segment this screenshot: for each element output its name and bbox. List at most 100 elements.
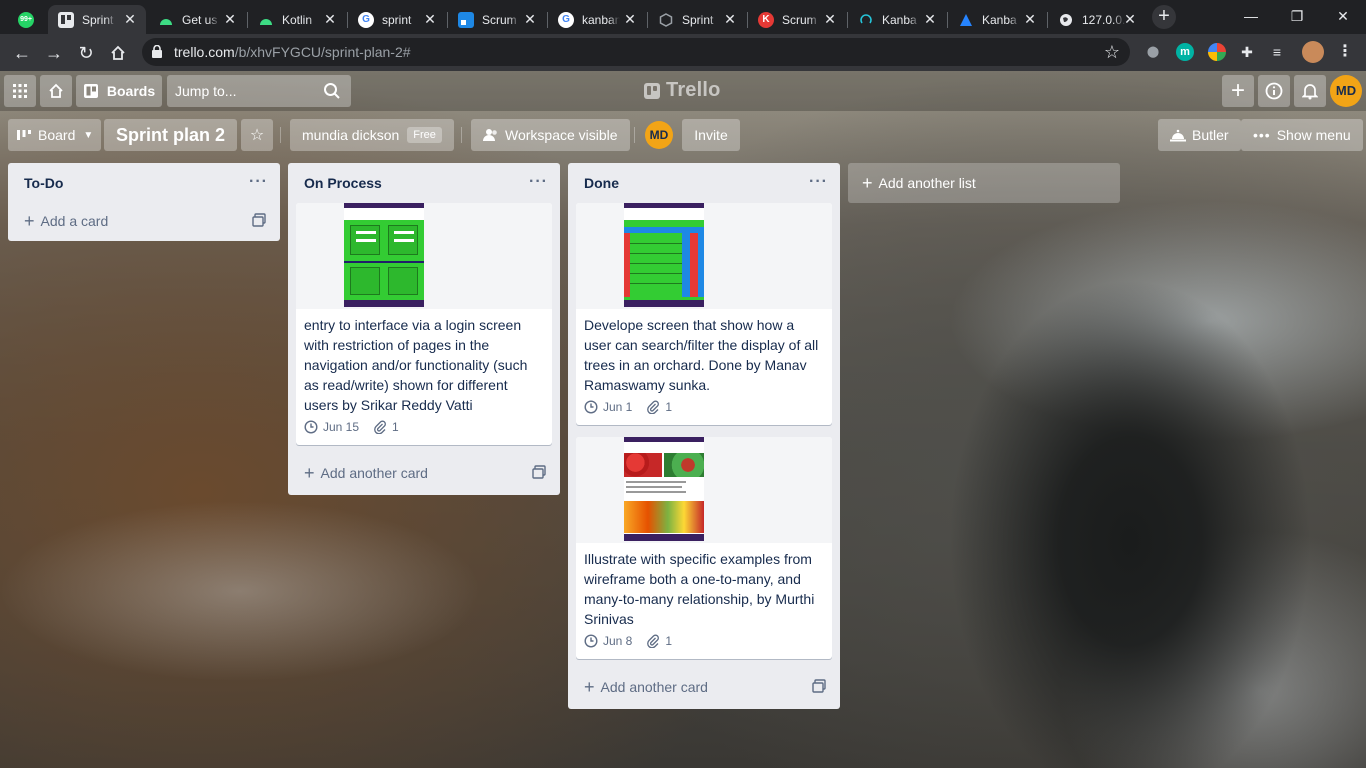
- close-tab-icon[interactable]: ✕: [622, 11, 638, 27]
- tab-whatsapp[interactable]: 99+: [8, 5, 52, 34]
- trello-header: Boards Jump to... Trello + MD: [0, 71, 1366, 111]
- card-title: Illustrate with specific examples from w…: [584, 551, 815, 627]
- workspace-button[interactable]: mundia dickson Free: [290, 119, 454, 151]
- list-header[interactable]: On Process ···: [288, 163, 560, 203]
- tab-scrum[interactable]: Scrum ✕: [448, 5, 546, 34]
- card-template-icon[interactable]: [532, 465, 546, 479]
- jump-to-search[interactable]: Jump to...: [167, 75, 351, 107]
- tab-title: Sprint plan 2: [82, 12, 116, 27]
- close-tab-icon[interactable]: ✕: [1122, 11, 1138, 27]
- close-tab-icon[interactable]: ✕: [522, 11, 538, 27]
- tab-sprint-search[interactable]: G sprint ✕: [348, 5, 446, 34]
- tab-sprint-2[interactable]: Sprint ✕: [648, 5, 746, 34]
- card-template-icon[interactable]: [252, 213, 266, 227]
- tab-localhost[interactable]: 127.0.0.1 ✕: [1048, 5, 1146, 34]
- close-tab-icon[interactable]: ✕: [422, 11, 438, 27]
- android-icon: [258, 12, 274, 28]
- plan-badge: Free: [407, 127, 442, 143]
- boards-button[interactable]: Boards: [76, 75, 162, 107]
- plus-icon: +: [584, 676, 595, 697]
- google-icon: G: [358, 11, 374, 28]
- notifications-button[interactable]: [1294, 75, 1326, 107]
- due-date-badge[interactable]: Jun 1: [584, 400, 632, 414]
- add-card-button[interactable]: + Add a card: [8, 203, 280, 239]
- card-template-icon[interactable]: [812, 679, 826, 693]
- reload-icon[interactable]: ↻: [72, 39, 100, 67]
- apps-grid-icon[interactable]: [4, 75, 36, 107]
- add-list-button[interactable]: + Add another list: [848, 163, 1120, 203]
- attachment-badge: 1: [646, 400, 672, 414]
- header-divider: [634, 127, 635, 143]
- tab-kotlin[interactable]: Kotlin ✕: [248, 5, 346, 34]
- workspace-name: mundia dickson: [302, 127, 400, 143]
- trello-logo-icon: [644, 82, 660, 99]
- boards-icon: [83, 84, 98, 98]
- card[interactable]: entry to interface via a login screen wi…: [296, 203, 552, 445]
- close-window-icon[interactable]: ✕: [1320, 4, 1366, 28]
- member-avatar[interactable]: MD: [1330, 75, 1362, 107]
- close-tab-icon[interactable]: ✕: [822, 11, 838, 27]
- board-title[interactable]: Sprint plan 2: [104, 119, 238, 151]
- add-card-button[interactable]: + Add another card: [288, 455, 560, 491]
- close-tab-icon[interactable]: ✕: [122, 11, 138, 27]
- close-tab-icon[interactable]: ✕: [722, 11, 738, 27]
- star-board-button[interactable]: ☆: [241, 119, 273, 151]
- back-icon[interactable]: ←: [8, 39, 36, 67]
- home-button[interactable]: [40, 75, 72, 107]
- extensions-puzzle-icon[interactable]: ✚: [1238, 43, 1256, 61]
- board-view-label: Board: [38, 127, 76, 143]
- list-menu-icon[interactable]: ···: [809, 173, 828, 191]
- due-date-badge[interactable]: Jun 15: [304, 420, 359, 434]
- show-menu-button[interactable]: ••• Show menu: [1241, 119, 1363, 151]
- visibility-button[interactable]: Workspace visible: [471, 119, 630, 151]
- invite-button[interactable]: Invite: [682, 119, 740, 151]
- location-icon[interactable]: ⬤: [1144, 43, 1162, 61]
- tab-scrum-2[interactable]: K Scrum ✕: [748, 5, 846, 34]
- trello-logo[interactable]: Trello: [644, 79, 721, 102]
- card[interactable]: Develope screen that show how a user can…: [576, 203, 832, 425]
- add-card-button[interactable]: + Add another card: [568, 669, 840, 705]
- list-done: Done ··· Develope screen that show how a…: [568, 163, 840, 709]
- media-control-icon[interactable]: ≡: [1268, 43, 1286, 61]
- close-tab-icon[interactable]: ✕: [922, 11, 938, 27]
- url-text: trello.com/b/xhvFYGCU/sprint-plan-2#: [174, 44, 411, 60]
- due-date-text: Jun 15: [323, 420, 360, 434]
- browser-menu-icon[interactable]: ⋮: [1336, 43, 1354, 61]
- due-date-text: Jun 1: [603, 400, 633, 414]
- info-icon: [1265, 82, 1283, 100]
- board-canvas: Boards Jump to... Trello + MD Board ▼ Sp…: [0, 71, 1366, 768]
- bookmark-star-icon[interactable]: ☆: [1104, 42, 1120, 63]
- create-plus-button[interactable]: +: [1222, 75, 1254, 107]
- card-title: Develope screen that show how a user can…: [584, 317, 819, 393]
- close-tab-icon[interactable]: ✕: [1022, 11, 1038, 27]
- atlassian-icon: [958, 12, 974, 28]
- butler-button[interactable]: Butler: [1158, 119, 1241, 151]
- new-tab-button[interactable]: +: [1152, 5, 1176, 29]
- list-menu-icon[interactable]: ···: [529, 173, 548, 191]
- address-bar[interactable]: trello.com/b/xhvFYGCU/sprint-plan-2# ☆: [142, 38, 1130, 66]
- minimize-icon[interactable]: —: [1228, 4, 1274, 28]
- info-button[interactable]: [1258, 75, 1290, 107]
- card[interactable]: Illustrate with specific examples from w…: [576, 437, 832, 659]
- restore-icon[interactable]: ❐: [1274, 4, 1320, 28]
- tab-get-us[interactable]: Get us ✕: [148, 5, 246, 34]
- close-tab-icon[interactable]: ✕: [222, 11, 238, 27]
- close-tab-icon[interactable]: ✕: [322, 11, 338, 27]
- lock-icon: [152, 45, 162, 58]
- extension-m-icon[interactable]: m: [1176, 43, 1194, 61]
- list-menu-icon[interactable]: ···: [249, 173, 268, 191]
- list-header[interactable]: Done ···: [568, 163, 840, 203]
- forward-icon[interactable]: →: [40, 39, 68, 67]
- bell-icon: [1302, 84, 1318, 100]
- tab-kanban-2[interactable]: Kanba ✕: [848, 5, 946, 34]
- board-member-avatar[interactable]: MD: [645, 121, 673, 149]
- tab-kanban-3[interactable]: Kanba ✕: [948, 5, 1046, 34]
- profile-avatar[interactable]: [1302, 41, 1324, 63]
- tab-sprint-plan-2[interactable]: Sprint plan 2 ✕: [48, 5, 146, 34]
- extension-color-icon[interactable]: [1208, 43, 1226, 61]
- home-icon[interactable]: [104, 39, 132, 67]
- board-view-switcher[interactable]: Board ▼: [8, 119, 102, 151]
- list-header[interactable]: To-Do ···: [8, 163, 280, 203]
- due-date-badge[interactable]: Jun 8: [584, 634, 632, 648]
- tab-kanban-search[interactable]: G kanban ✕: [548, 5, 646, 34]
